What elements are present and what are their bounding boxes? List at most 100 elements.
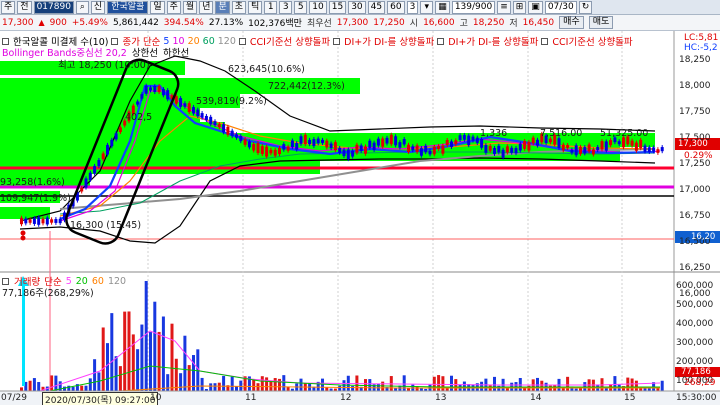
volume-annotation-7: 51,325.00 [600, 128, 649, 139]
interval-30-button[interactable]: 30 [348, 0, 366, 14]
candle-body [415, 145, 419, 153]
candle-body [609, 140, 613, 146]
volume-bar [84, 385, 88, 391]
volume-annotation-4: 402,5 [125, 112, 153, 123]
legend-price-checkbox[interactable] [111, 37, 119, 45]
candle-body [583, 147, 587, 154]
candle-body [222, 124, 226, 133]
candle-body [106, 144, 109, 155]
candle-body [424, 145, 428, 153]
refresh-icon[interactable]: ↻ [578, 0, 593, 14]
volume-bar [450, 375, 453, 391]
legend-signal-checkbox-1[interactable] [238, 37, 246, 45]
volume-band-5 [0, 122, 225, 133]
candle-body [364, 146, 367, 154]
volume-annotation-9: 109,947(1.9%) [0, 193, 71, 204]
candle-body [286, 146, 290, 151]
last-price-tag: 17,300 [678, 139, 708, 149]
period-year-button[interactable]: 년 [199, 0, 214, 14]
interval-15-button[interactable]: 15 [328, 0, 347, 14]
volume-annotation-5: 1,336 [480, 128, 508, 139]
sell-button[interactable]: 매도 [588, 16, 614, 29]
candle-body [149, 87, 152, 91]
search-icon[interactable]: ⌕ [75, 0, 89, 14]
candle-body [656, 149, 660, 153]
price-tick-label: 18,000 [679, 81, 711, 91]
volume-bar [368, 379, 372, 391]
volume-annotation-1: 623,645(10.6%) [228, 64, 305, 75]
candle-body [591, 149, 595, 155]
volume-tick-label: 300,000 [676, 338, 714, 348]
volume-tick-label: 400,000 [676, 319, 714, 329]
volume-bar [32, 378, 36, 391]
legend-checkbox[interactable] [2, 37, 9, 45]
candle-body [570, 149, 574, 153]
candle-body [290, 140, 294, 148]
candle-body [157, 85, 161, 93]
candle-body [136, 101, 140, 105]
interval-45-button[interactable]: 45 [367, 0, 386, 14]
candle-body [514, 148, 518, 154]
candle-body [230, 130, 234, 137]
volume-bar [213, 383, 217, 391]
period-minute-button[interactable]: 분 [215, 0, 230, 14]
legend-signal-checkbox-4[interactable] [541, 37, 549, 45]
open-label: 시 [409, 19, 419, 29]
candle-body [187, 103, 191, 113]
interval-1-button[interactable]: 1 [264, 0, 278, 14]
toolbar: 주 전 017890 ⌕ 신 한국알콜 일 주 월 년 분 초 틱 1 3 5 … [0, 0, 720, 15]
legend-signal-checkbox-3[interactable] [437, 37, 445, 45]
candle-body [243, 139, 247, 145]
period-tick-button[interactable]: 틱 [248, 0, 263, 14]
interval-select[interactable]: 3 [406, 0, 419, 14]
period-second-button[interactable]: 초 [231, 0, 247, 14]
volume-bar [54, 375, 58, 391]
candle-body [24, 218, 28, 224]
candle-body [166, 90, 170, 100]
candle-body [183, 103, 187, 107]
volume-bar [540, 380, 544, 391]
price-tick-label: 16,250 [679, 263, 711, 273]
volume-bar [634, 380, 638, 391]
candle-body [32, 218, 36, 224]
calendar-icon[interactable]: ▣ [528, 0, 543, 14]
list-icon[interactable]: ≡ [497, 0, 511, 14]
price-chart[interactable] [0, 31, 720, 405]
volume-bar [149, 332, 152, 391]
candle-body [161, 88, 165, 96]
candle-body [321, 139, 324, 144]
volume-bar [127, 311, 131, 391]
settings-icon[interactable]: ▦ [435, 0, 450, 14]
interval-3-button[interactable]: 3 [279, 0, 293, 14]
price-tick-label: 16,750 [679, 211, 711, 221]
volume-bar [299, 378, 303, 391]
candle-body [84, 178, 88, 188]
layout-icon[interactable]: ⊞ [512, 0, 527, 14]
chevron-down-icon[interactable]: ▾ [420, 0, 434, 14]
period-day-button[interactable]: 일 [150, 0, 165, 14]
period-month-button[interactable]: 월 [182, 0, 198, 14]
candle-body [204, 115, 208, 120]
stock-code-input[interactable]: 017890 [33, 0, 74, 14]
legend-signal-checkbox-2[interactable] [333, 37, 341, 45]
candle-body [303, 134, 307, 145]
indicator-toggle-button[interactable]: 신 [90, 0, 106, 14]
hc-tag: HC:-5,2 [684, 43, 718, 53]
date-field[interactable]: 07/30 [544, 0, 577, 14]
interval-10-button[interactable]: 10 [309, 0, 327, 14]
volume-bar [217, 382, 221, 391]
interval-5-button[interactable]: 5 [294, 0, 308, 14]
mode-button-2[interactable]: 전 [17, 0, 32, 14]
candle-body [561, 144, 565, 151]
bar-count-field[interactable]: 139/900 [451, 0, 496, 14]
interval-60-button[interactable]: 60 [387, 0, 405, 14]
volume-legend-checkbox[interactable] [2, 277, 9, 285]
mode-button-1[interactable]: 주 [1, 0, 16, 14]
candle-body [639, 139, 643, 149]
vol-last-tag: 77,186 [681, 367, 711, 377]
stock-name-field[interactable]: 한국알콜 [107, 0, 149, 14]
volume-bar [660, 380, 664, 391]
period-week-button[interactable]: 주 [166, 0, 181, 14]
buy-button[interactable]: 매수 [559, 16, 584, 29]
candle-body [394, 136, 398, 146]
